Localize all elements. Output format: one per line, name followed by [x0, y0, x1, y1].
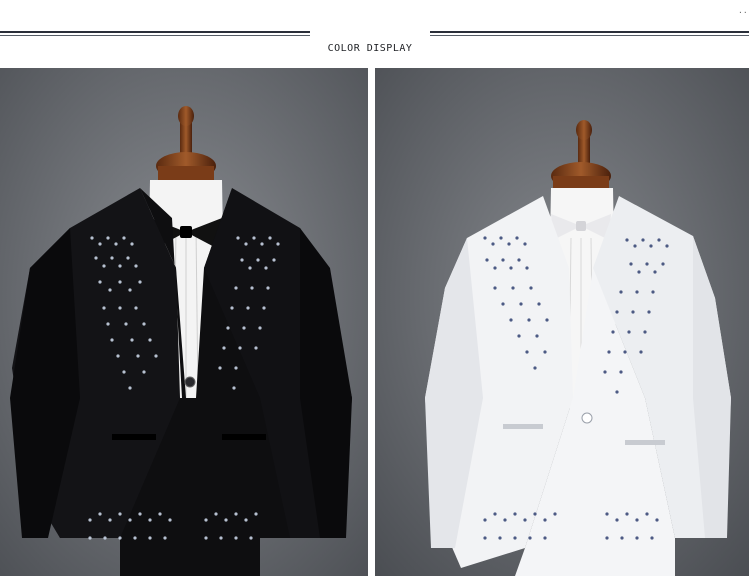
corner-mark: ... — [738, 6, 749, 15]
divider-top-right — [430, 31, 749, 33]
divider-top-left — [0, 31, 310, 33]
divider-bottom-right — [430, 35, 749, 36]
white-suit-photo — [375, 68, 749, 576]
divider-bottom-left — [0, 35, 310, 36]
header: ... COLOR DISPLAY — [0, 0, 749, 68]
black-suit-photo — [0, 68, 368, 576]
section-title: COLOR DISPLAY — [327, 43, 413, 54]
